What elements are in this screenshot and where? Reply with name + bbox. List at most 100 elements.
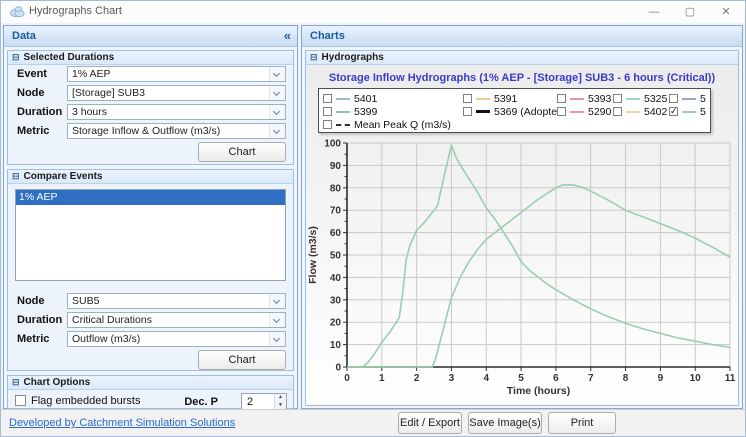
charts-panel-header: Charts [302,26,742,47]
data-panel-header: Data « [4,26,297,47]
legend-checkbox[interactable] [323,94,332,103]
title-bar: Hydrographs Chart — ▢ ✕ [1,1,745,23]
developer-link[interactable]: Developed by Catchment Simulation Soluti… [9,417,235,429]
selected-durations-body: Event 1% AEP Node [Storage] SUB3 [8,65,293,164]
chart-button-selected[interactable]: Chart [198,142,286,162]
node-dropdown[interactable]: [Storage] SUB3 [67,85,286,101]
legend-label: Mean Peak Q (m3/s) [354,119,451,131]
metric-label: Metric [17,125,49,137]
collapse-group-icon[interactable]: ⊟ [12,171,20,181]
legend-line-sample [626,111,640,113]
hydrographs-header[interactable]: ⊟Hydrographs [306,51,738,65]
edit-export-button[interactable]: Edit / Export [398,412,462,434]
legend-item-5399: 5399 [323,106,463,118]
chevron-down-icon[interactable] [269,67,285,81]
metric-value: Storage Inflow & Outflow (m3/s) [72,125,267,137]
event-dropdown[interactable]: 1% AEP [67,66,286,82]
y-tick-label: 90 [330,161,342,172]
x-tick-label: 10 [690,373,702,384]
save-images-label: Save Image(s) [469,417,541,429]
legend-label: 5393 [588,93,611,105]
selected-durations-header[interactable]: ⊟Selected Durations [8,51,293,65]
legend-item-5391: 5391 [463,93,557,105]
node-value: [Storage] SUB3 [72,87,267,99]
legend-label: 5369 (Adopted) [494,106,557,118]
flag-embedded-bursts-label: Flag embedded bursts [31,395,140,407]
duration-value: 3 hours [72,106,267,118]
charts-panel-title: Charts [310,30,345,42]
x-axis-label: Time (hours) [507,385,570,397]
collapse-panel-icon[interactable]: « [284,26,291,46]
compare-events-header[interactable]: ⊟ Compare Events [8,170,293,184]
hydrographs-group: ⊟Hydrographs 010203040506070809010001234… [305,50,739,406]
chevron-down-icon[interactable] [269,294,285,308]
legend-checkbox[interactable] [669,107,678,116]
legend-item-5325: 5325 [613,93,669,105]
y-tick-label: 0 [335,363,341,374]
minimize-button[interactable]: — [639,3,669,21]
legend-grid: 5401539153935325539253995369 (Adopted)52… [323,92,706,131]
maximize-button[interactable]: ▢ [675,3,705,21]
compare-metric-dropdown[interactable]: Outflow (m3/s) [67,331,286,347]
legend-checkbox[interactable] [613,94,622,103]
chevron-down-icon[interactable] [269,105,285,119]
legend-checkbox[interactable] [669,94,678,103]
node-row: Node [Storage] SUB3 [15,85,286,101]
collapse-group-icon[interactable]: ⊟ [12,52,20,62]
y-axis-label: Flow (m3/s) [307,226,319,284]
dec-p-value: 2 [247,396,253,408]
legend-line-sample [570,98,584,100]
compare-node-dropdown[interactable]: SUB5 [67,293,286,309]
legend-checkbox[interactable] [557,107,566,116]
compare-metric-value: Outflow (m3/s) [72,333,267,345]
legend-checkbox[interactable] [557,94,566,103]
legend-line-sample [476,110,490,113]
chart-button-compare[interactable]: Chart [198,350,286,370]
data-panel: Data « ⊟Selected Durations Event 1% AEP [3,25,298,409]
compare-node-label: Node [17,295,45,307]
flag-embedded-bursts-checkbox[interactable] [15,395,26,406]
print-button[interactable]: Print [548,412,616,434]
x-tick-label: 0 [344,373,350,384]
metric-row: Metric Storage Inflow & Outflow (m3/s) [15,123,286,139]
legend-line-sample [476,98,490,100]
chevron-down-icon[interactable] [269,332,285,346]
chart-options-header[interactable]: ⊟ Chart Options [8,376,293,390]
legend-checkbox[interactable] [613,107,622,116]
window-title: Hydrographs Chart [29,5,122,17]
duration-dropdown[interactable]: 3 hours [67,104,286,120]
legend-label: 5402 [644,106,667,118]
chevron-down-icon[interactable] [269,124,285,138]
legend-checkbox[interactable] [463,94,472,103]
legend-item-5290: 5290 [557,106,613,118]
legend-item-5392: 5392 [669,93,706,105]
compare-node-value: SUB5 [72,295,267,307]
collapse-group-icon[interactable]: ⊟ [310,52,318,62]
chart-area: 010203040506070809010001234567891011Time… [306,65,738,405]
chevron-down-icon[interactable] [269,86,285,100]
compare-events-list[interactable]: 1% AEP [15,189,286,281]
legend-line-sample [336,98,350,100]
metric-dropdown[interactable]: Storage Inflow & Outflow (m3/s) [67,123,286,139]
dec-p-stepper[interactable]: 2 ▲ ▼ [241,393,287,410]
close-button[interactable]: ✕ [711,3,741,21]
spinner-down-icon[interactable]: ▼ [275,402,286,409]
chevron-down-icon[interactable] [269,313,285,327]
legend-checkbox[interactable] [323,107,332,116]
compare-event-item[interactable]: 1% AEP [16,190,285,205]
compare-events-title: Compare Events [24,171,103,182]
chart-options-title: Chart Options [24,377,91,388]
legend-item-5369-adopted-: 5369 (Adopted) [463,106,557,118]
y-tick-label: 20 [330,318,342,329]
compare-duration-dropdown[interactable]: Critical Durations [67,312,286,328]
selected-durations-group: ⊟Selected Durations Event 1% AEP Node [S… [7,50,294,165]
legend-checkbox[interactable] [463,107,472,116]
compare-node-row: Node SUB5 [15,293,286,309]
y-tick-label: 50 [330,251,342,262]
legend-label: 5391 [494,93,517,105]
legend-checkbox[interactable] [323,120,332,129]
save-images-button[interactable]: Save Image(s) [468,412,542,434]
spinner-up-icon[interactable]: ▲ [275,394,286,401]
collapse-group-icon[interactable]: ⊟ [12,377,20,387]
y-tick-label: 30 [330,295,342,306]
